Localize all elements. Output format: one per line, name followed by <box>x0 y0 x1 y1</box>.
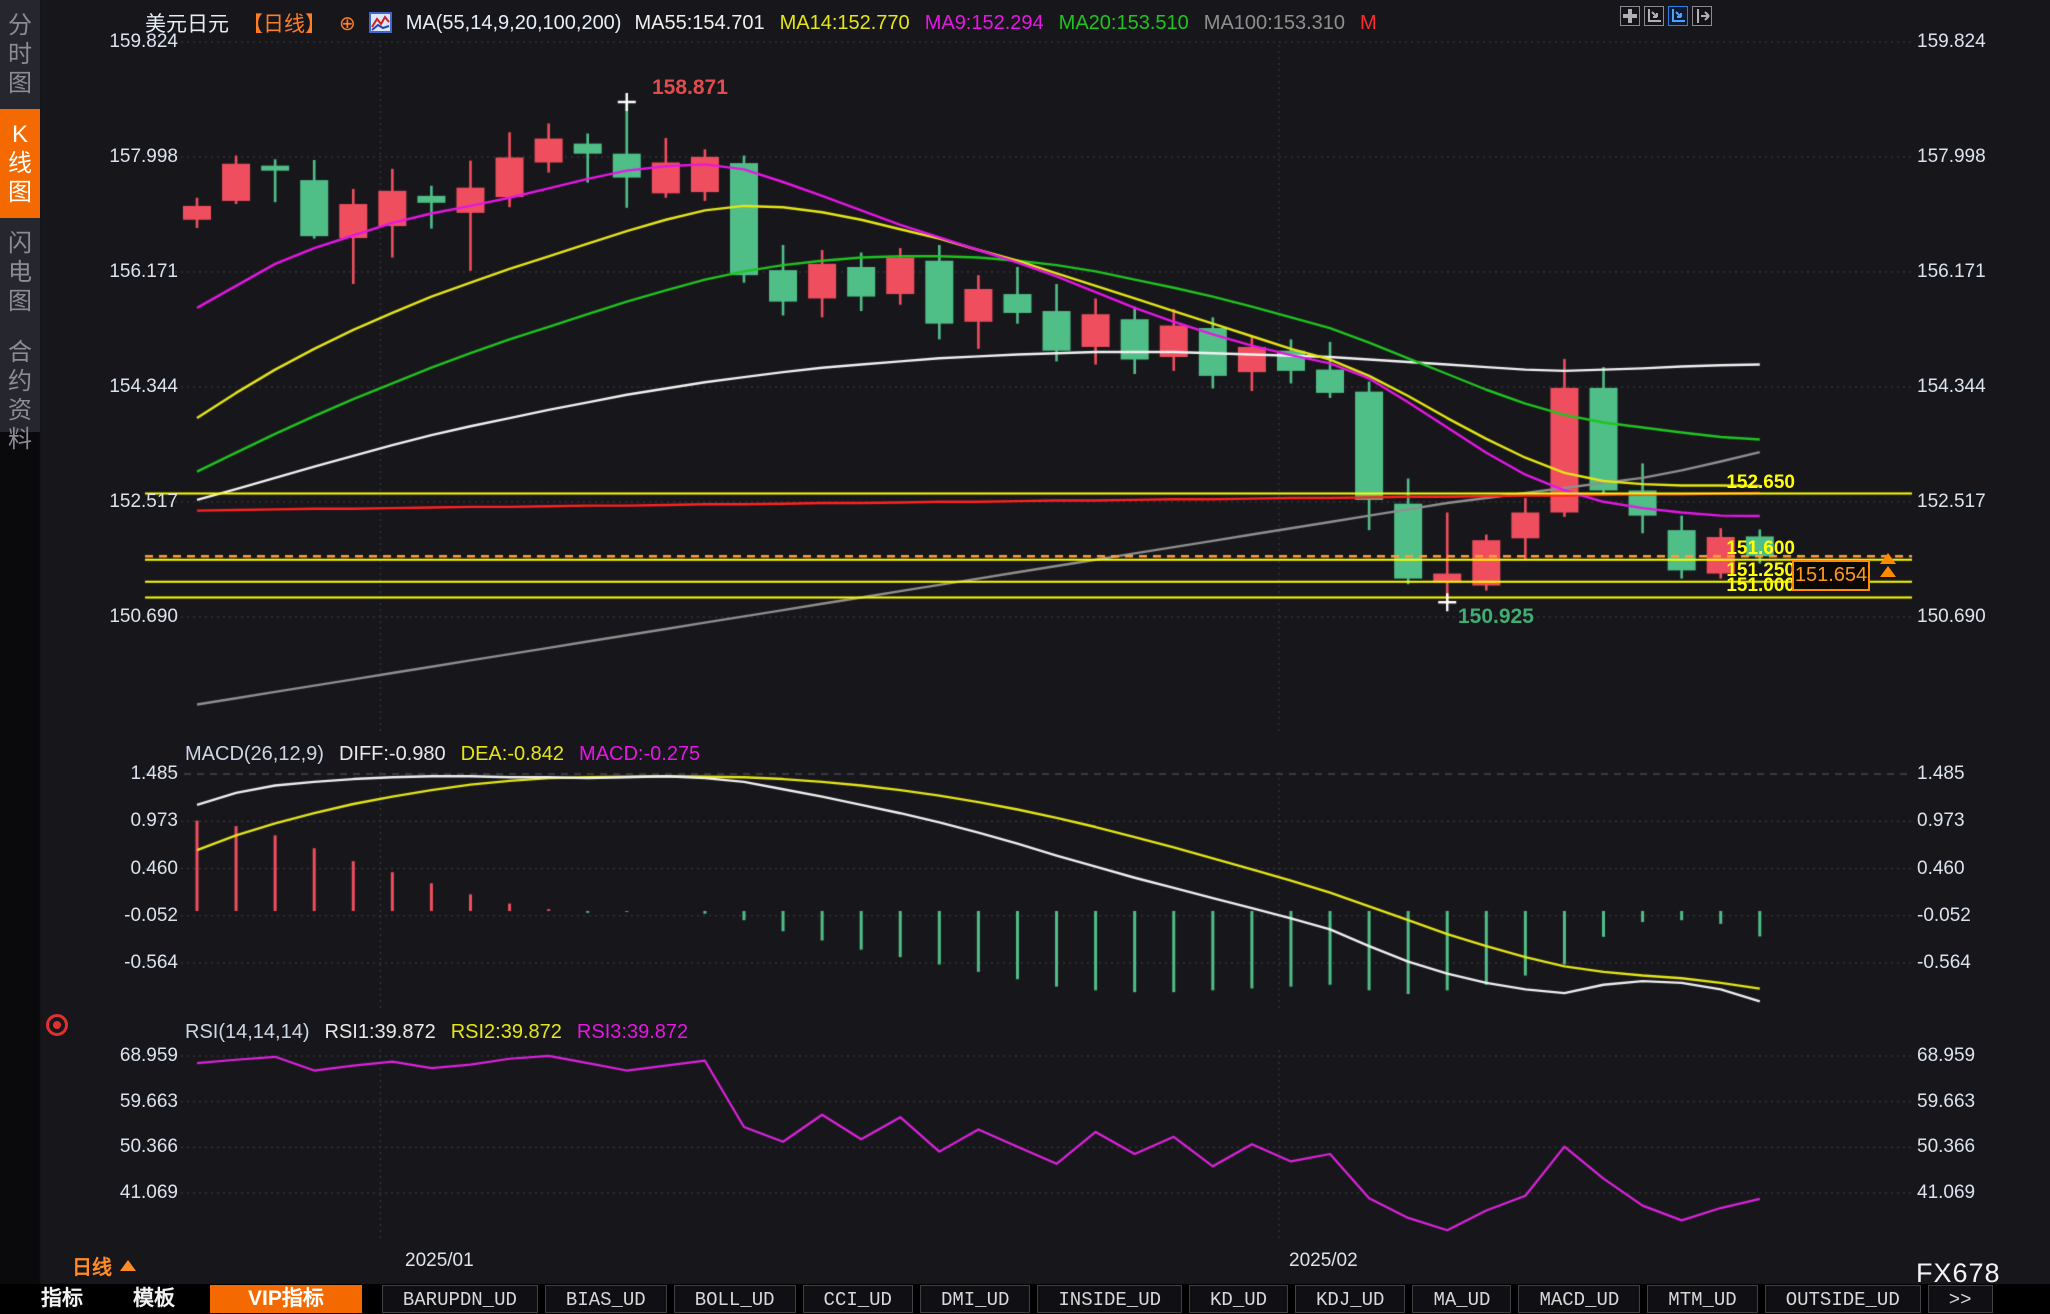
axis-tick-right: 152.517 <box>1917 491 1986 513</box>
axis-tick-right: 159.824 <box>1917 31 1986 53</box>
axis-tick-right: 0.460 <box>1917 858 1965 880</box>
rsi-header: RSI(14,14,14) RSI1:39.872 RSI2:39.872 RS… <box>185 1021 688 1044</box>
axis-tick-left: 1.485 <box>58 763 178 785</box>
axis-tick-right: 50.366 <box>1917 1136 1975 1158</box>
tab-OUTSIDE_UD[interactable]: OUTSIDE_UD <box>1765 1285 1921 1313</box>
symbol-title: 美元日元 <box>145 8 229 38</box>
axis-tick-left: 150.690 <box>58 606 178 628</box>
triangle-up-icon <box>120 1260 136 1271</box>
tab-BARUPDN_UD[interactable]: BARUPDN_UD <box>382 1285 538 1313</box>
level-label-152.650: 152.650 <box>1685 472 1795 494</box>
axis-tick-left: 156.171 <box>58 261 178 283</box>
sidebar: 分 时 图K 线 图闪 电 图合 约 资 料 <box>0 0 40 432</box>
tab-CCI_UD[interactable]: CCI_UD <box>803 1285 913 1313</box>
sidebar-item-K线图[interactable]: K 线 图 <box>0 109 40 218</box>
tab-KDJ_UD[interactable]: KDJ_UD <box>1295 1285 1405 1313</box>
axis-tick-right: 0.973 <box>1917 810 1965 832</box>
up-arrow-icon <box>1880 553 1896 564</box>
axis-tick-right: 157.998 <box>1917 146 1986 168</box>
level-label-151.600: 151.600 <box>1685 538 1795 560</box>
rsi2-value: RSI2:39.872 <box>451 1021 562 1044</box>
ma-legend-item: MA20:153.510 <box>1059 12 1189 35</box>
chart-toolbar <box>1620 6 1712 26</box>
sidebar-item-闪电图[interactable]: 闪 电 图 <box>0 218 40 327</box>
tab-BOLL_UD[interactable]: BOLL_UD <box>674 1285 796 1313</box>
low-price-label: 150.925 <box>1458 605 1534 629</box>
macd-macd-value: MACD:-0.275 <box>579 743 700 766</box>
ma-legend-item: MA9:152.294 <box>925 12 1044 35</box>
tab-指标[interactable]: 指标 <box>26 1285 98 1313</box>
tab->>[interactable]: >> <box>1928 1285 1993 1313</box>
x-axis-date: 2025/01 <box>405 1250 474 1272</box>
tab-KD_UD[interactable]: KD_UD <box>1189 1285 1288 1313</box>
ma-legend: MA55:154.701 MA14:152.770 MA9:152.294 MA20:… <box>634 12 1376 35</box>
indicator-tabbar: 指标模板 VIP指标 BARUPDN_UDBIAS_UDBOLL_UDCCI_UDD… <box>0 1284 2050 1314</box>
axis-tick-right: 156.171 <box>1917 261 1986 283</box>
axis-tick-right: 41.069 <box>1917 1182 1975 1204</box>
axis-scale-right-icon[interactable] <box>1668 6 1688 26</box>
axis-tick-left: 50.366 <box>58 1136 178 1158</box>
move-tool-icon[interactable] <box>1620 6 1640 26</box>
chart-style-icon[interactable] <box>369 12 393 34</box>
axis-tick-right: 1.485 <box>1917 763 1965 785</box>
high-price-label: 158.871 <box>652 76 728 100</box>
tab-BIAS_UD[interactable]: BIAS_UD <box>545 1285 667 1313</box>
tab-MACD_UD[interactable]: MACD_UD <box>1518 1285 1640 1313</box>
axis-tick-left: -0.052 <box>58 905 178 927</box>
exit-fullscreen-icon[interactable] <box>1692 6 1712 26</box>
record-dot-icon <box>53 1021 61 1029</box>
period-label: 日线 <box>72 1251 112 1280</box>
axis-tick-right: 68.959 <box>1917 1045 1975 1067</box>
axis-tick-right: 150.690 <box>1917 606 1986 628</box>
tab-VIP指标[interactable]: VIP指标 <box>210 1285 362 1313</box>
axis-tick-left: 59.663 <box>58 1091 178 1113</box>
up-arrow-icon <box>1880 566 1896 577</box>
level-label-151.000: 151.000 <box>1685 575 1795 597</box>
ma-function-label: MA(55,14,9,20,100,200) <box>406 12 622 35</box>
sidebar-item-合约资料[interactable]: 合 约 资 料 <box>0 327 40 465</box>
axis-tick-left: 157.998 <box>58 146 178 168</box>
macd-header: MACD(26,12,9) DIFF:-0.980 DEA:-0.842 MAC… <box>185 743 700 766</box>
ma-legend-item: MA55:154.701 <box>634 12 764 35</box>
sidebar-item-分时图[interactable]: 分 时 图 <box>0 0 40 109</box>
trading-app: 分 时 图K 线 图闪 电 图合 约 资 料 美元日元 【日线】 ⊕ MA(55… <box>0 0 2050 1314</box>
indicator-record-icon[interactable] <box>46 1014 68 1036</box>
current-price-tag: 151.654 <box>1792 560 1870 591</box>
ma-legend-item: M <box>1360 12 1377 35</box>
axis-tick-left: 41.069 <box>58 1182 178 1204</box>
tab-DMI_UD[interactable]: DMI_UD <box>920 1285 1030 1313</box>
axis-tick-right: -0.052 <box>1917 905 1971 927</box>
chart-header: 美元日元 【日线】 ⊕ MA(55,14,9,20,100,200) MA55:… <box>145 8 1377 38</box>
rsi-title: RSI(14,14,14) <box>185 1021 310 1044</box>
period-selector[interactable]: 日线 <box>72 1251 136 1280</box>
axis-tick-left: 154.344 <box>58 376 178 398</box>
macd-title: MACD(26,12,9) <box>185 743 324 766</box>
tab-模板[interactable]: 模板 <box>118 1285 190 1313</box>
macd-dea-value: DEA:-0.842 <box>461 743 564 766</box>
ma-legend-item: MA100:153.310 <box>1204 12 1345 35</box>
tab-MTM_UD[interactable]: MTM_UD <box>1647 1285 1757 1313</box>
add-indicator-icon[interactable]: ⊕ <box>339 11 356 36</box>
scroll-to-latest-button[interactable] <box>1880 553 1896 577</box>
axis-scale-left-icon[interactable] <box>1644 6 1664 26</box>
period-badge: 【日线】 <box>242 8 326 38</box>
macd-diff-value: DIFF:-0.980 <box>339 743 446 766</box>
rsi1-value: RSI1:39.872 <box>325 1021 436 1044</box>
axis-tick-left: 152.517 <box>58 491 178 513</box>
axis-tick-left: 0.973 <box>58 810 178 832</box>
axis-tick-left: 68.959 <box>58 1045 178 1067</box>
axis-tick-right: -0.564 <box>1917 952 1971 974</box>
axis-tick-right: 154.344 <box>1917 376 1986 398</box>
axis-tick-left: 0.460 <box>58 858 178 880</box>
rsi3-value: RSI3:39.872 <box>577 1021 688 1044</box>
tab-INSIDE_UD[interactable]: INSIDE_UD <box>1037 1285 1182 1313</box>
axis-tick-right: 59.663 <box>1917 1091 1975 1113</box>
x-axis-date: 2025/02 <box>1289 1250 1358 1272</box>
ma-legend-item: MA14:152.770 <box>780 12 910 35</box>
axis-tick-left: -0.564 <box>58 952 178 974</box>
chart-canvas[interactable] <box>0 0 2050 1314</box>
tab-MA_UD[interactable]: MA_UD <box>1412 1285 1511 1313</box>
